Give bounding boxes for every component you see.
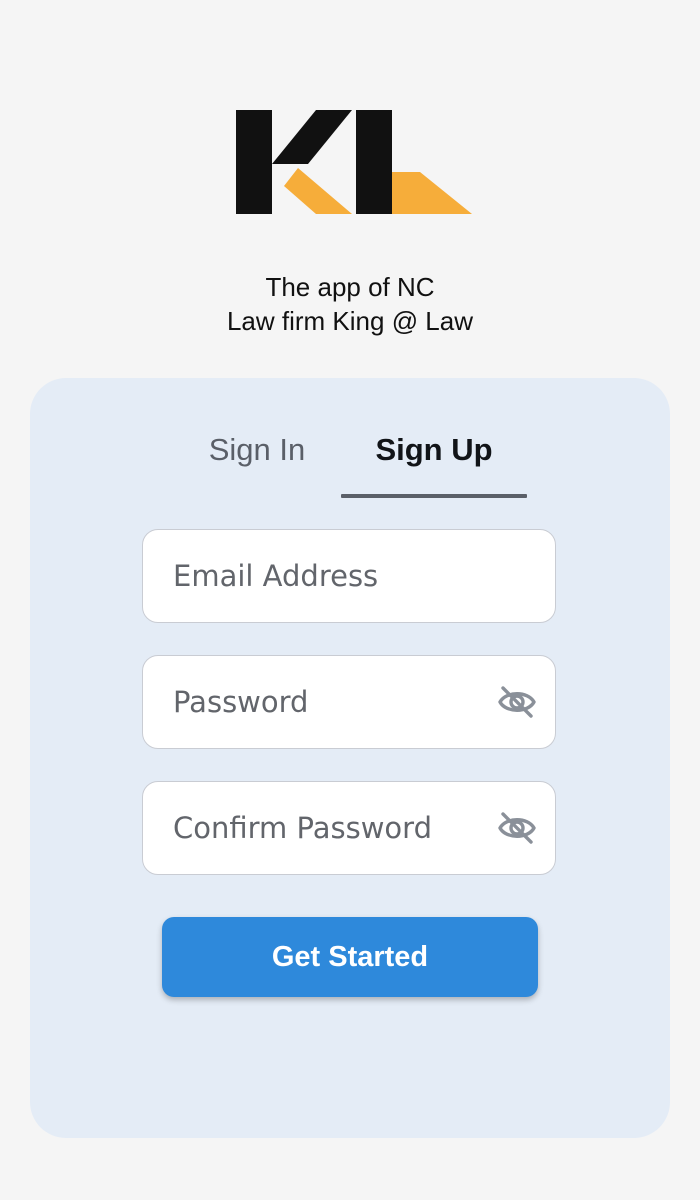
tagline-line-2: Law firm King @ Law	[226, 306, 474, 336]
logo-l-foot	[392, 172, 472, 214]
tagline: The app of NC Law firm King @ Law	[0, 270, 700, 338]
password-input[interactable]	[173, 656, 493, 748]
active-tab-indicator	[341, 494, 527, 498]
eye-off-icon[interactable]	[497, 810, 537, 846]
eye-off-icon[interactable]	[497, 684, 537, 720]
tab-sign-up[interactable]: Sign Up	[341, 428, 527, 472]
logo-k-stem	[236, 110, 272, 214]
confirm-password-input[interactable]	[173, 782, 493, 874]
logo-k-bottom-leg	[284, 168, 352, 214]
auth-card	[30, 378, 670, 1138]
password-field-container	[142, 655, 556, 749]
logo-l-stem	[356, 110, 392, 214]
logo-k-top-arm	[272, 110, 352, 164]
email-input[interactable]	[173, 530, 493, 622]
tagline-line-1: The app of NC	[265, 272, 435, 302]
kl-logo	[236, 110, 472, 214]
get-started-button[interactable]: Get Started	[162, 917, 538, 997]
confirm-password-field-container	[142, 781, 556, 875]
tab-sign-in[interactable]: Sign In	[182, 428, 332, 472]
email-field-container	[142, 529, 556, 623]
